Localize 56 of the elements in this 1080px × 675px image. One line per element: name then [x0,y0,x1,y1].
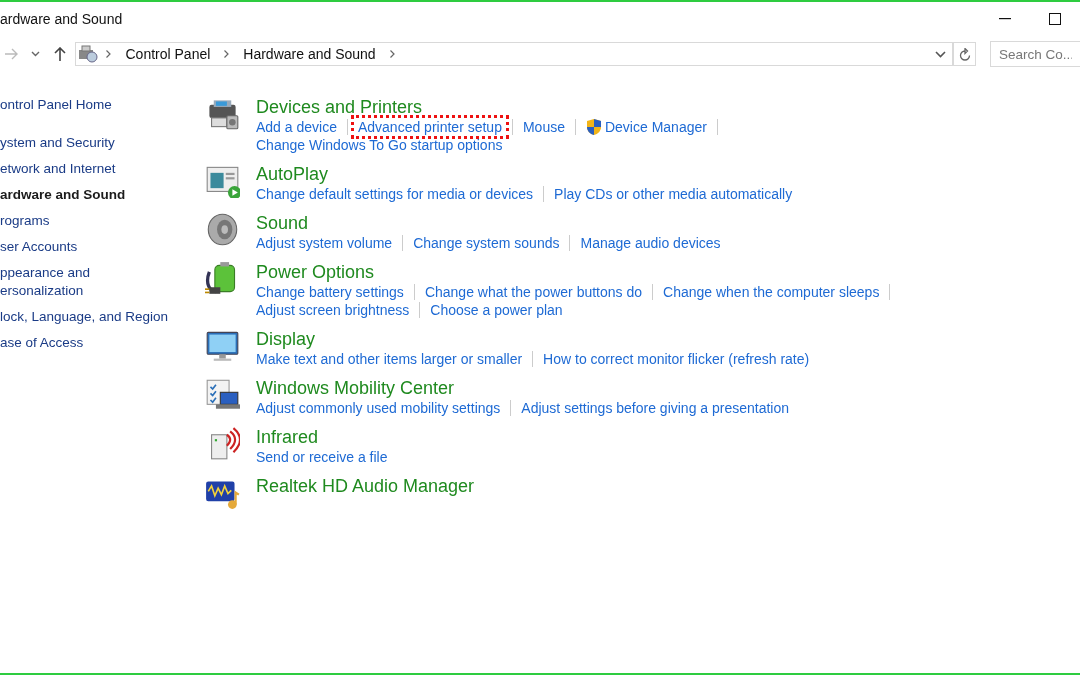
category-title[interactable]: Devices and Printers [256,96,724,118]
category-link[interactable]: Change Windows To Go startup options [256,136,507,154]
category-link[interactable]: Change default settings for media or devices [256,185,538,203]
sidebar-item[interactable]: lock, Language, and Region [0,304,205,330]
breadcrumb[interactable]: Hardware and Sound [237,46,382,62]
sidebar-item[interactable]: etwork and Internet [0,156,205,182]
search-field[interactable]: Search Co... [990,41,1080,67]
category-link[interactable]: Choose a power plan [426,301,567,319]
category-link[interactable]: How to correct monitor flicker (refresh rate) [539,350,814,368]
refresh-button[interactable] [953,42,976,66]
category-link[interactable]: Adjust screen brightness [256,301,414,319]
breadcrumb[interactable]: Control Panel [119,46,217,62]
category-title[interactable]: Infrared [256,426,392,448]
maximize-icon [1049,13,1061,25]
category-link[interactable]: Mouse [518,118,569,136]
sidebar-item[interactable]: ystem and Security [0,130,205,156]
category-link[interactable]: Manage audio devices [576,234,725,252]
category-link[interactable]: Advanced printer setup [353,118,506,136]
sidebar-item[interactable]: rograms [0,208,205,234]
window-title: ardware and Sound [0,11,124,27]
chevron-icon[interactable] [389,50,395,58]
category-link[interactable]: Change battery settings [256,283,408,301]
chevron-icon[interactable] [106,50,112,58]
chevron-icon[interactable] [224,50,230,58]
category-link[interactable]: Change when the computer sleeps [659,283,884,301]
sidebar-item[interactable]: ppearance and ersonalization [0,260,205,304]
refresh-icon [958,47,971,61]
category-link[interactable]: Add a device [256,118,341,136]
category-title[interactable]: Sound [256,212,725,234]
speaker-icon [205,212,240,247]
category-title[interactable]: Power Options [256,261,897,283]
shield-icon [585,118,602,136]
category-link[interactable]: Adjust settings before giving a presentation [517,399,794,417]
category-title[interactable]: Display [256,328,814,350]
minimize-icon [999,18,1011,20]
sidebar-item[interactable]: ontrol Panel Home [0,92,205,118]
category-link[interactable]: Device Manager [581,118,711,136]
category-link[interactable]: Make text and other items larger or smaller [256,350,527,368]
sidebar-item[interactable]: ardware and Sound [0,182,205,208]
category-title[interactable]: Realtek HD Audio Manager [256,475,475,497]
mobility-icon [205,377,240,412]
dropdown-icon[interactable] [935,50,947,58]
sidebar-item[interactable]: ase of Access [0,330,205,356]
up-arrow-icon [53,47,66,61]
category-link[interactable]: Change what the power buttons do [420,283,647,301]
right-arrow-icon [4,48,19,60]
category-link[interactable]: Adjust system volume [256,234,397,252]
category-link[interactable]: Adjust commonly used mobility settings [256,399,505,417]
sidebar-item[interactable]: ser Accounts [0,234,205,260]
caret-icon [31,51,41,57]
category-link[interactable]: Send or receive a file [256,448,392,466]
address-bar[interactable]: Control Panel Hardware and Sound [75,42,954,66]
category-title[interactable]: Windows Mobility Center [256,377,794,399]
category-title[interactable]: AutoPlay [256,163,797,185]
category-link[interactable]: Change system sounds [409,234,564,252]
category-link[interactable]: Play CDs or other media automatically [550,185,797,203]
